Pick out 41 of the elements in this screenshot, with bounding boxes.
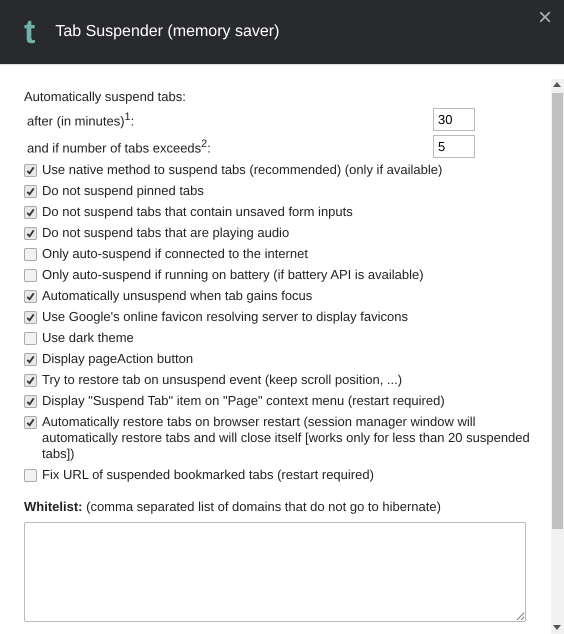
- option-label: Display pageAction button: [42, 351, 194, 367]
- field-label: and if number of tabs exceeds$^{2}$:: [27, 138, 211, 156]
- checkbox[interactable]: [24, 374, 37, 387]
- checkbox[interactable]: [24, 416, 37, 429]
- option-label: Display "Suspend Tab" item on "Page" context menu (restart required): [42, 393, 445, 409]
- checkbox[interactable]: [24, 353, 37, 366]
- option-label: Only auto-suspend if connected to the internet: [42, 246, 308, 262]
- field-label: after (in minutes)$^{1}$:: [27, 110, 134, 128]
- checkbox[interactable]: [24, 269, 37, 282]
- checkbox[interactable]: [24, 206, 37, 219]
- checkbox[interactable]: [24, 248, 37, 261]
- option-label: Fix URL of suspended bookmarked tabs (restart required): [42, 467, 374, 483]
- option-label: Automatically restore tabs on browser restart (session manager window will automatically restore tabs and will close itself [works only for less than 20 suspended tabs]): [42, 414, 531, 462]
- option-label: Use Google's online favicon resolving server to display favicons: [42, 309, 408, 325]
- option-label: Use dark theme: [42, 330, 134, 346]
- scroll-down-icon[interactable]: [553, 625, 561, 630]
- number-field[interactable]: 30: [433, 108, 475, 131]
- option-label: Do not suspend tabs that are playing audio: [42, 225, 290, 241]
- checkbox[interactable]: [24, 164, 37, 177]
- checkbox[interactable]: [24, 185, 37, 198]
- whitelist-label: Whitelist: (comma separated list of domains that do not go to hibernate): [24, 499, 442, 514]
- checkbox[interactable]: [24, 395, 37, 408]
- checkbox[interactable]: [24, 227, 37, 240]
- option-label: Use native method to suspend tabs (recommended) (only if available): [42, 162, 442, 178]
- option-label: Do not suspend tabs that contain unsaved form inputs: [42, 204, 353, 220]
- checkbox[interactable]: [24, 469, 37, 482]
- checkbox[interactable]: [24, 311, 37, 324]
- section-label: Automatically suspend tabs:: [24, 89, 187, 104]
- checkbox[interactable]: [24, 332, 37, 345]
- option-label: Do not suspend pinned tabs: [42, 183, 204, 199]
- checkbox[interactable]: [24, 290, 37, 303]
- whitelist-field[interactable]: [24, 522, 526, 622]
- logo: t: [24, 15, 36, 49]
- option-label: Only auto-suspend if running on battery (if battery API is available): [42, 267, 424, 283]
- scrollbar[interactable]: [551, 79, 564, 634]
- window-title: Tab Suspender (memory saver): [55, 23, 280, 41]
- option-label: Automatically unsuspend when tab gains focus: [42, 288, 312, 304]
- scroll-up-icon[interactable]: [553, 82, 561, 87]
- close-button[interactable]: ×: [534, 6, 556, 30]
- option-label: Try to restore tab on unsuspend event (keep scroll position, ...): [42, 372, 402, 388]
- number-field[interactable]: 5: [433, 135, 475, 158]
